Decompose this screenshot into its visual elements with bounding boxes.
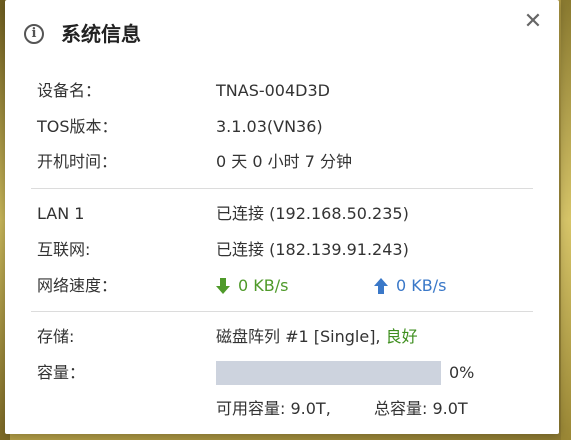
device-name-value: TNAS-004D3D [216,81,330,100]
info-icon: i [24,24,44,44]
device-name-label: 设备名： [37,81,102,100]
capacity-details-row: 可用容量: 9.0T, 总容量: 9.0T [37,396,533,422]
download-arrow-icon [216,277,230,294]
section-divider [31,188,533,189]
download-speed: 0 KB/s [216,273,288,299]
lan-row: LAN 1 已连接 (192.168.50.235) [37,201,533,227]
storage-status: 良好 [385,327,418,346]
section-divider [31,311,533,312]
system-info-dialog: i 系统信息 ✕ 设备名： TNAS-004D3D TOS版本： 3.1.03(… [5,0,559,434]
uptime-row: 开机时间： 0 天 0 小时 7 分钟 [37,149,533,175]
storage-row: 存储: 磁盘阵列 #1 [Single], 良好 [37,324,533,350]
capacity-percent: 0% [449,363,475,382]
upload-speed-value: 0 KB/s [396,276,447,295]
download-speed-value: 0 KB/s [238,276,289,295]
lan-value: 已连接 (192.168.50.235) [216,204,409,223]
tos-version-label: TOS版本： [37,117,118,136]
capacity-progress-bar [216,361,441,385]
storage-array-name: 磁盘阵列 #1 [Single], [216,327,381,346]
capacity-label: 容量： [37,363,86,382]
upload-speed: 0 KB/s [374,273,446,299]
tos-version-value: 3.1.03(VN36) [216,117,323,136]
total-capacity: 总容量: 9.0T [374,399,468,418]
dialog-title: 系统信息 [61,22,141,46]
upload-arrow-icon [374,277,388,294]
capacity-row: 容量： 0% [37,360,533,386]
close-button[interactable]: ✕ [521,10,545,34]
storage-value: 磁盘阵列 #1 [Single], 良好 [216,324,418,350]
internet-value: 已连接 (182.139.91.243) [216,240,409,259]
dialog-header: i 系统信息 ✕ [5,0,559,64]
storage-label: 存储: [37,327,75,346]
desktop-background-right [561,0,571,440]
device-name-row: 设备名： TNAS-004D3D [37,78,533,104]
close-icon: ✕ [523,9,543,34]
lan-label: LAN 1 [37,204,85,223]
uptime-value: 0 天 0 小时 7 分钟 [216,152,352,171]
internet-row: 互联网: 已连接 (182.139.91.243) [37,237,533,263]
tos-version-row: TOS版本： 3.1.03(VN36) [37,114,533,140]
internet-label: 互联网: [37,240,91,259]
uptime-label: 开机时间： [37,152,118,171]
network-speed-row: 网络速度： 0 KB/s 0 KB/s [37,273,533,299]
available-capacity: 可用容量: 9.0T, [216,399,331,418]
network-speed-label: 网络速度： [37,276,118,295]
